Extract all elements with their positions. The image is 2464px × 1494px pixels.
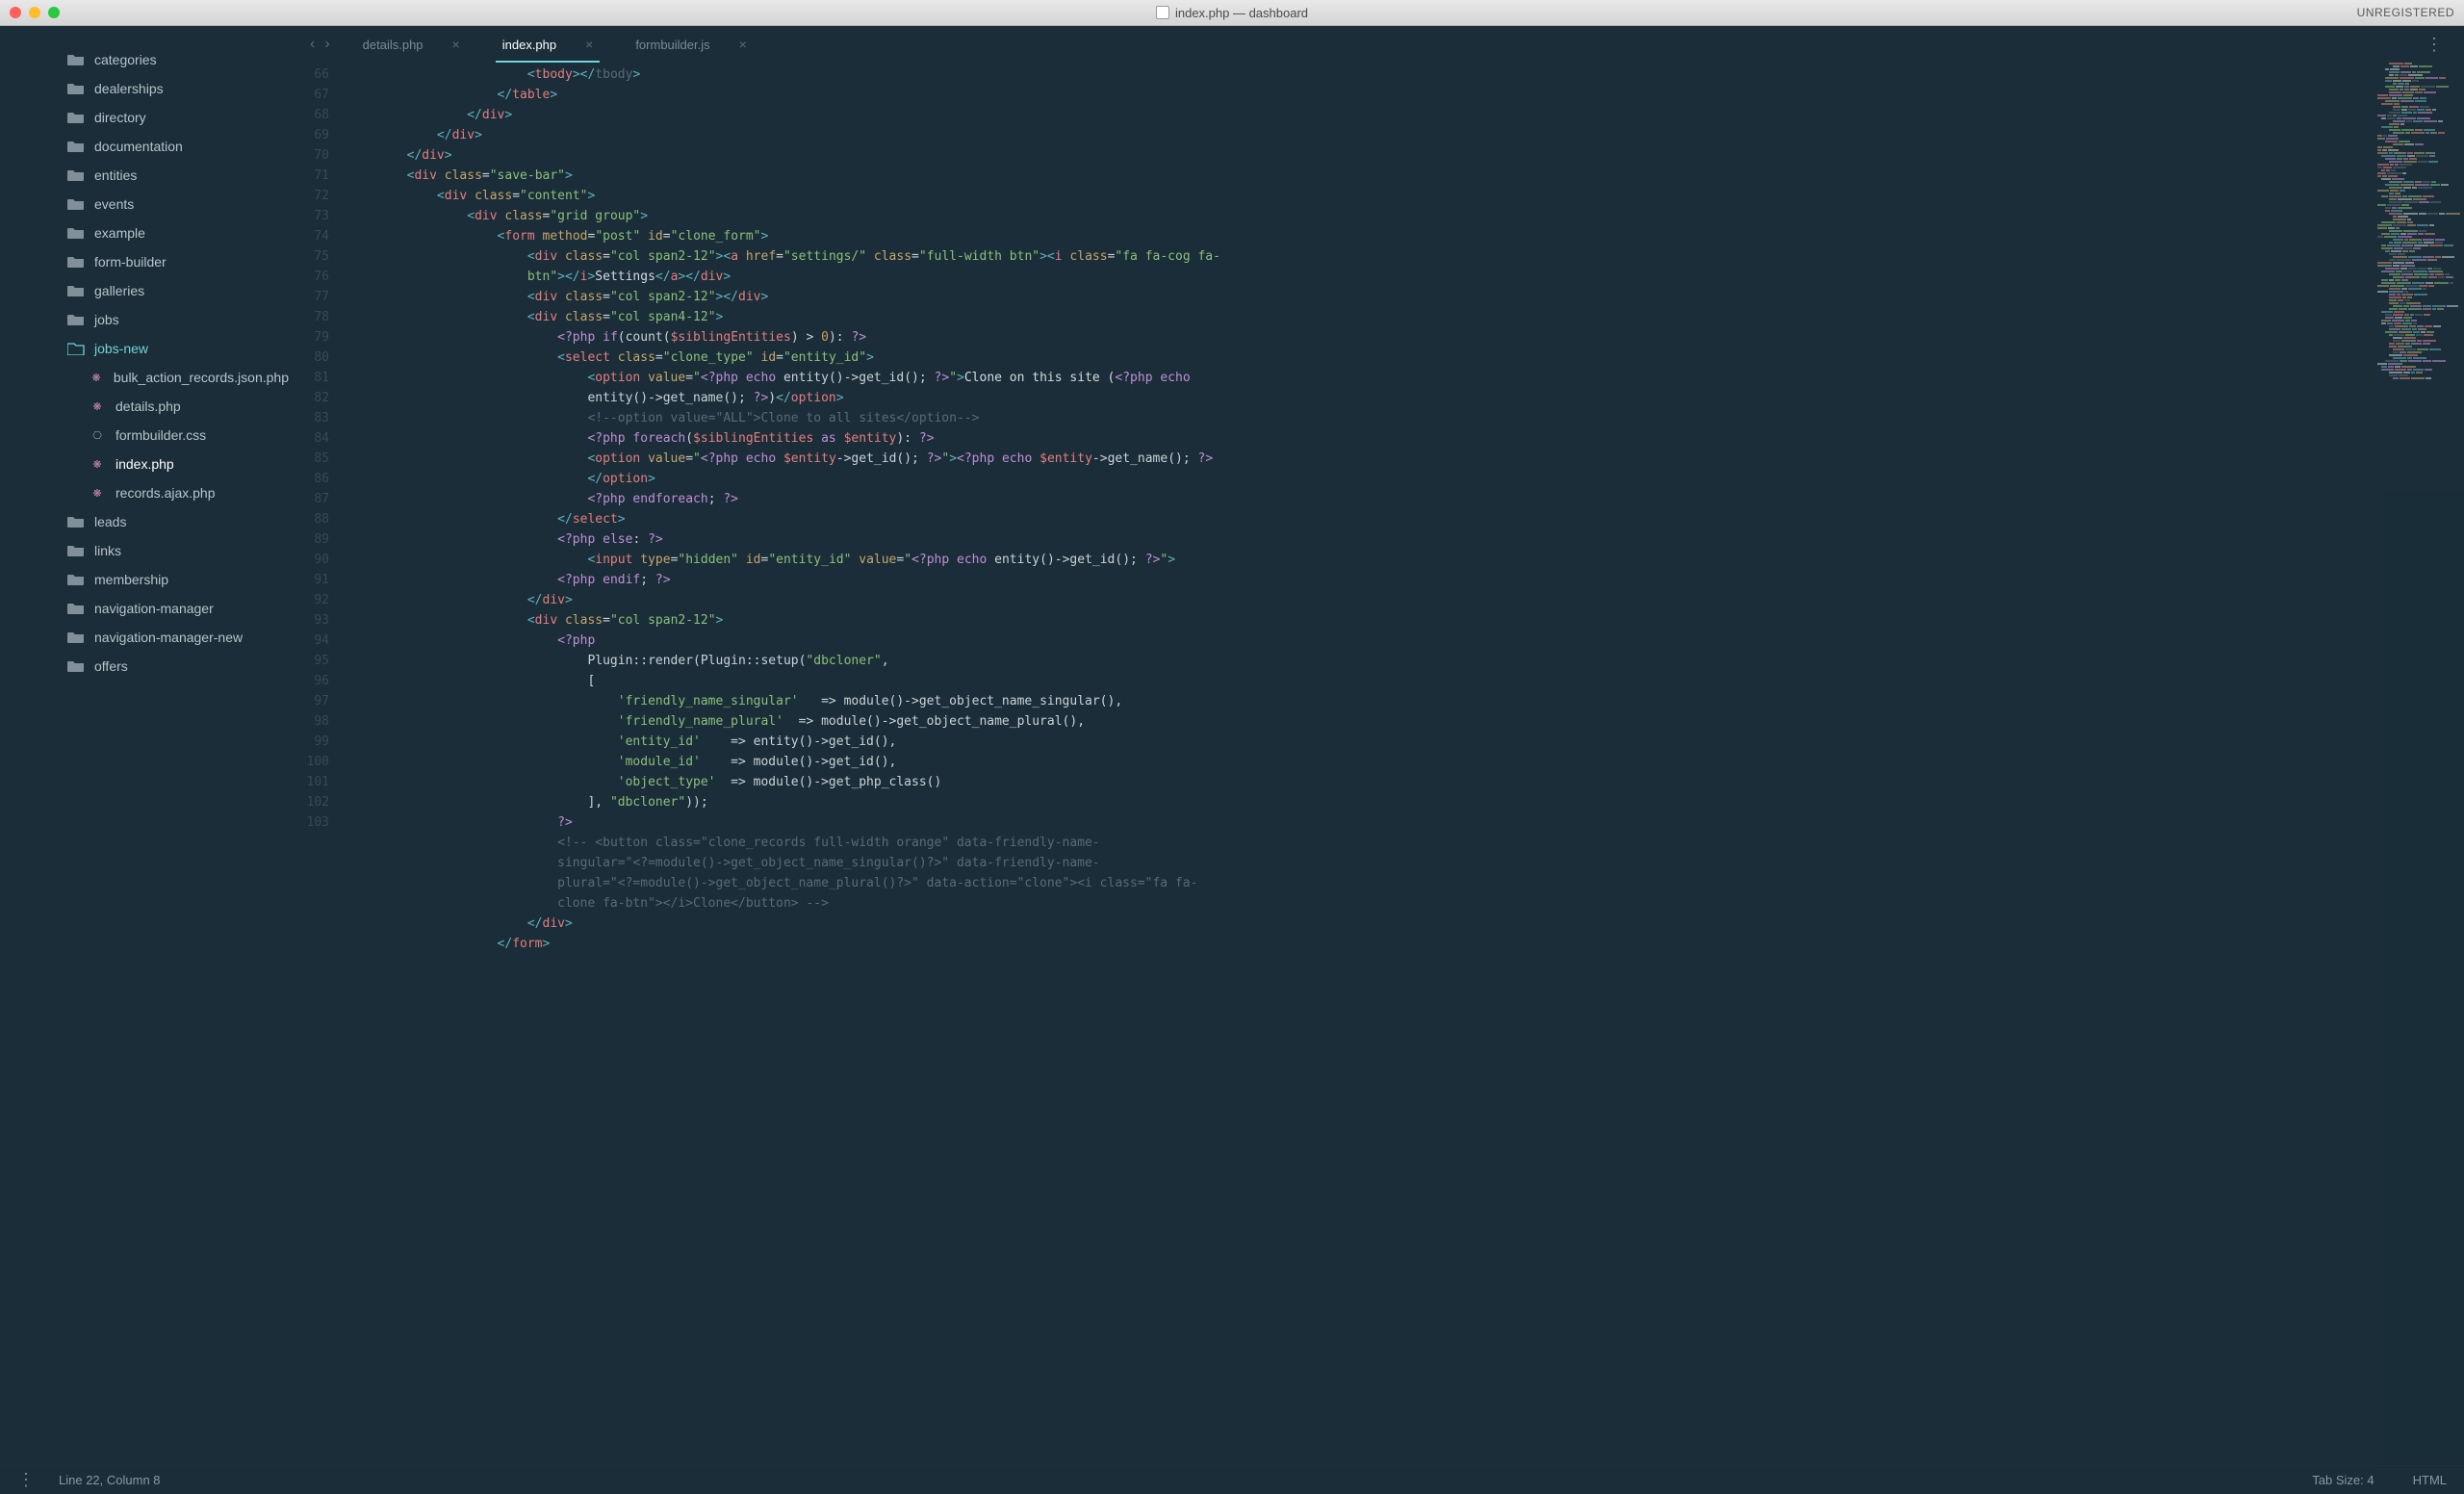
sidebar-item-label: categories [94, 52, 157, 67]
minimize-window-button[interactable] [29, 7, 40, 18]
line-gutter[interactable]: 6667686970717273747576777879808182838485… [289, 63, 346, 1465]
sidebar-item-label: leads [94, 514, 126, 529]
sidebar-folder[interactable]: example [0, 219, 289, 247]
cursor-position[interactable]: Line 22, Column 8 [59, 1473, 161, 1487]
folder-icon [67, 111, 85, 124]
sidebar[interactable]: categories dealerships directory documentat… [0, 26, 289, 1465]
folder-icon [67, 284, 85, 297]
sidebar-item-label: links [94, 543, 121, 558]
tab[interactable]: formbuilder.js × [614, 26, 768, 63]
sidebar-item-label: bulk_action_records.json.php [114, 370, 289, 385]
tab-size[interactable]: Tab Size: 4 [2312, 1473, 2374, 1487]
tab-overflow-menu[interactable]: ⋮ [2406, 35, 2464, 55]
titlebar: index.php — dashboard UNREGISTERED [0, 0, 2464, 26]
sidebar-item-label: jobs [94, 312, 119, 327]
folder-icon [67, 226, 85, 240]
php-file-icon: ❋ [89, 487, 106, 500]
statusbar-menu[interactable]: ⋮ [17, 1470, 59, 1490]
tab[interactable]: details.php × [342, 26, 481, 63]
sidebar-item-label: documentation [94, 139, 183, 154]
php-file-icon: ❋ [89, 372, 104, 384]
folder-icon [67, 168, 85, 182]
sidebar-folder[interactable]: galleries [0, 276, 289, 305]
folder-icon [67, 659, 85, 673]
close-icon[interactable]: × [739, 37, 747, 52]
sidebar-file[interactable]: ⎔ formbuilder.css [0, 421, 289, 450]
folder-icon [67, 515, 85, 528]
sidebar-item-label: example [94, 225, 145, 241]
sidebar-folder[interactable]: dealerships [0, 74, 289, 103]
folder-icon [67, 255, 85, 269]
folder-icon [67, 53, 85, 66]
sidebar-folder[interactable]: navigation-manager [0, 594, 289, 623]
sidebar-folder[interactable]: entities [0, 161, 289, 190]
sidebar-item-label: jobs-new [94, 341, 148, 356]
php-file-icon: ❋ [89, 400, 106, 413]
code-editor[interactable]: <tbody></tbody> </table> </div> </div> <… [346, 63, 2464, 1465]
window-title: index.php — dashboard [1156, 6, 1308, 20]
minimap[interactable] [2377, 63, 2464, 1465]
folder-icon [67, 197, 85, 211]
sidebar-folder[interactable]: directory [0, 103, 289, 132]
folder-icon [67, 631, 85, 644]
sidebar-folder[interactable]: documentation [0, 132, 289, 161]
sidebar-file[interactable]: ❋ index.php [0, 450, 289, 478]
nav-forward-button[interactable]: › [324, 36, 329, 53]
folder-icon [67, 602, 85, 615]
folder-icon [67, 544, 85, 557]
sidebar-item-label: events [94, 196, 134, 212]
sidebar-item-label: navigation-manager [94, 601, 214, 616]
sidebar-folder[interactable]: form-builder [0, 247, 289, 276]
statusbar: ⋮ Line 22, Column 8 Tab Size: 4 HTML [0, 1465, 2464, 1494]
folder-icon [67, 82, 85, 95]
tab[interactable]: index.php × [481, 26, 615, 63]
folder-open-icon [67, 342, 85, 355]
sidebar-folder[interactable]: events [0, 190, 289, 219]
sidebar-folder[interactable]: jobs [0, 305, 289, 334]
sidebar-file[interactable]: ❋ bulk_action_records.json.php [0, 363, 289, 392]
sidebar-item-label: records.ajax.php [116, 485, 216, 501]
sidebar-item-label: details.php [116, 399, 181, 414]
sidebar-folder-jobs-new[interactable]: jobs-new [0, 334, 289, 363]
sidebar-item-label: form-builder [94, 254, 167, 270]
sidebar-item-label: dealerships [94, 81, 164, 96]
maximize-window-button[interactable] [48, 7, 60, 18]
nav-back-button[interactable]: ‹ [310, 36, 315, 53]
sidebar-item-label: navigation-manager-new [94, 630, 243, 645]
folder-icon [67, 140, 85, 153]
sidebar-item-label: entities [94, 167, 137, 183]
folder-icon [67, 313, 85, 326]
sidebar-folder[interactable]: navigation-manager-new [0, 623, 289, 652]
sidebar-folder[interactable]: membership [0, 565, 289, 594]
sidebar-folder[interactable]: links [0, 536, 289, 565]
tab-label: index.php [502, 38, 556, 52]
sidebar-folder[interactable]: offers [0, 652, 289, 681]
sidebar-item-label: membership [94, 572, 168, 587]
sidebar-file[interactable]: ❋ records.ajax.php [0, 478, 289, 507]
sidebar-item-label: formbuilder.css [116, 427, 206, 443]
sidebar-item-label: directory [94, 110, 146, 125]
tabbar: ‹ › details.php×index.php×formbuilder.js… [289, 26, 2464, 63]
tab-label: formbuilder.js [635, 38, 709, 52]
sidebar-folder[interactable]: leads [0, 507, 289, 536]
unregistered-label: UNREGISTERED [2357, 6, 2454, 19]
sidebar-folder[interactable]: categories [0, 45, 289, 74]
file-icon [1156, 6, 1169, 19]
sidebar-file[interactable]: ❋ details.php [0, 392, 289, 421]
close-icon[interactable]: × [452, 37, 460, 52]
syntax-mode[interactable]: HTML [2413, 1473, 2447, 1487]
close-window-button[interactable] [10, 7, 21, 18]
window-title-text: index.php — dashboard [1175, 6, 1308, 20]
close-icon[interactable]: × [585, 37, 593, 52]
folder-icon [67, 573, 85, 586]
sidebar-item-label: offers [94, 658, 128, 674]
sidebar-item-label: galleries [94, 283, 144, 298]
traffic-lights [10, 7, 60, 18]
css-file-icon: ⎔ [89, 429, 106, 442]
php-file-icon: ❋ [89, 458, 106, 471]
sidebar-item-label: index.php [116, 456, 174, 472]
tab-label: details.php [363, 38, 424, 52]
